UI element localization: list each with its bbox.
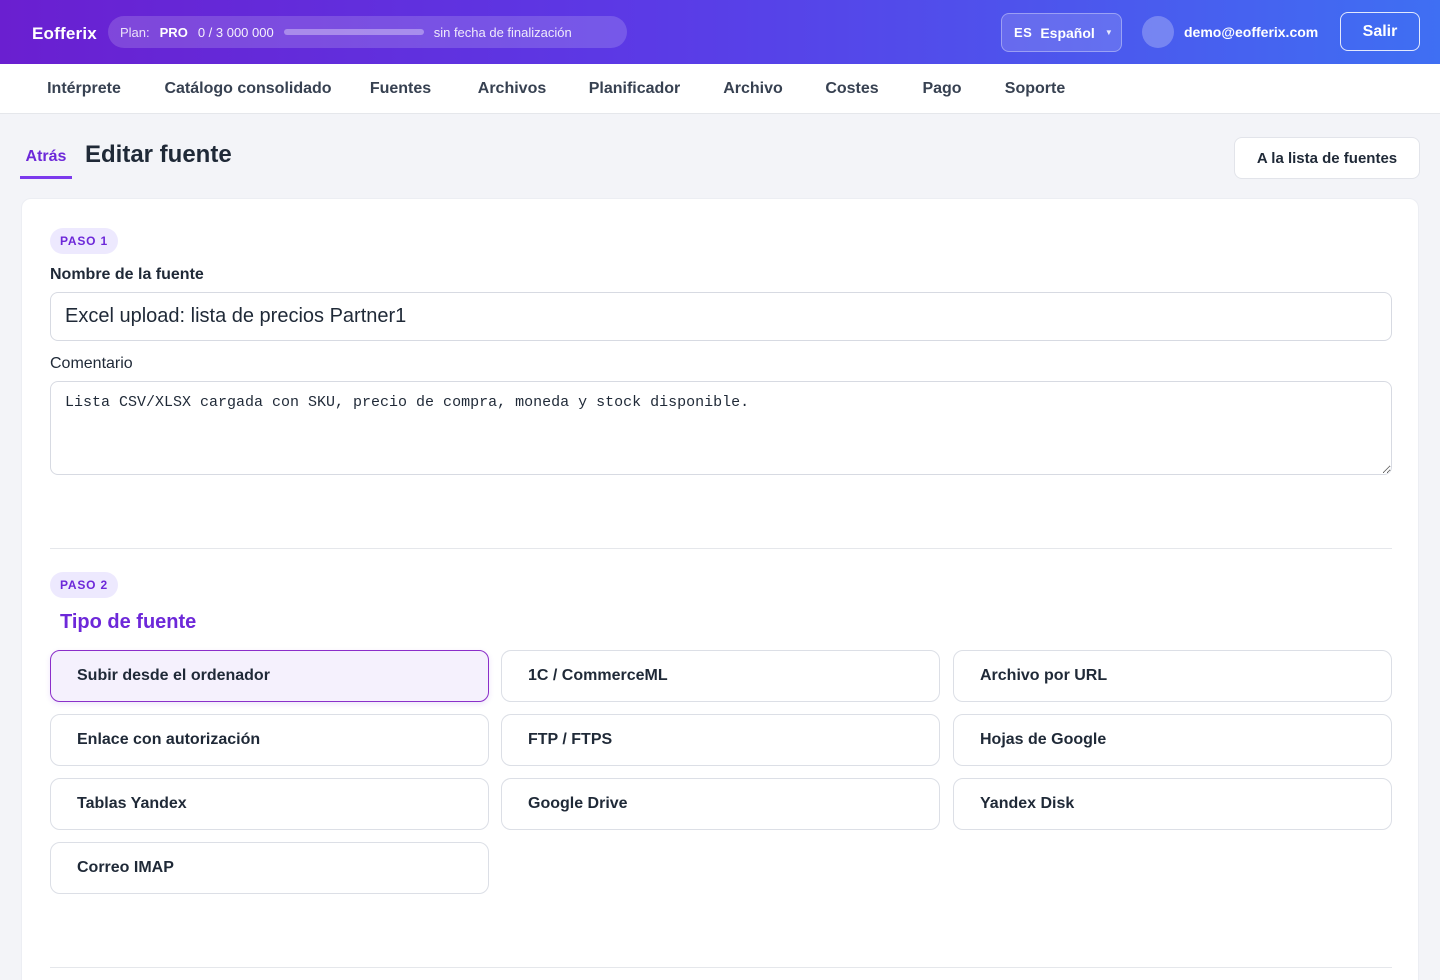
plan-usage-progress-bar [283, 29, 424, 35]
section-divider [50, 548, 1392, 549]
source-type-option-yandex-tables[interactable]: Tablas Yandex [50, 778, 489, 830]
nav-item-archivos[interactable]: Archivos [459, 64, 565, 113]
logout-button[interactable]: Salir [1340, 12, 1420, 51]
step-1-badge: PASO 1 [50, 228, 118, 254]
source-type-option-ftp-ftps[interactable]: FTP / FTPS [501, 714, 940, 766]
language-name: Español [1040, 24, 1095, 41]
nav-item-planificador[interactable]: Planificador [572, 64, 697, 113]
plan-name: PRO [159, 24, 188, 40]
source-type-option-authorized-link[interactable]: Enlace con autorización [50, 714, 489, 766]
source-name-input[interactable] [50, 292, 1392, 341]
step-2-badge: PASO 2 [50, 572, 118, 598]
comment-label: Comentario [50, 355, 133, 372]
main-nav: Intérprete Catálogo consolidado Fuentes … [0, 64, 1440, 114]
user-email[interactable]: demo@eofferix.com [1184, 24, 1318, 40]
nav-item-interprete[interactable]: Intérprete [26, 64, 142, 113]
source-type-option-imap-mail[interactable]: Correo IMAP [50, 842, 489, 894]
section-divider [50, 967, 1392, 968]
comment-textarea[interactable]: Lista CSV/XLSX cargada con SKU, precio d… [50, 381, 1392, 475]
source-type-option-upload-computer[interactable]: Subir desde el ordenador [50, 650, 489, 702]
nav-item-catalogo-consolidado[interactable]: Catálogo consolidado [146, 64, 350, 113]
language-code: ES [1014, 25, 1033, 40]
source-type-option-google-sheets[interactable]: Hojas de Google [953, 714, 1392, 766]
plan-label: Plan: [120, 24, 150, 40]
nav-item-fuentes[interactable]: Fuentes [348, 64, 453, 113]
to-source-list-button[interactable]: A la lista de fuentes [1234, 137, 1420, 179]
plan-expiry: sin fecha de finalización [433, 24, 572, 40]
source-type-option-yandex-disk[interactable]: Yandex Disk [953, 778, 1392, 830]
page-title: Editar fuente [85, 141, 232, 168]
source-type-option-file-by-url[interactable]: Archivo por URL [953, 650, 1392, 702]
chevron-down-icon: ▼ [1104, 28, 1113, 37]
source-type-option-1c-commerceml[interactable]: 1C / CommerceML [501, 650, 940, 702]
nav-item-soporte[interactable]: Soporte [987, 64, 1083, 113]
source-type-option-google-drive[interactable]: Google Drive [501, 778, 940, 830]
plan-usage-count: 0 / 3 000 000 [197, 24, 274, 40]
plan-usage-pill: Plan: PRO 0 / 3 000 000 sin fecha de fin… [108, 16, 627, 48]
source-name-label: Nombre de la fuente [50, 266, 204, 283]
brand-logo[interactable]: Eofferix [32, 24, 97, 44]
edit-source-form: PASO 1 Nombre de la fuente Comentario Li… [21, 198, 1419, 980]
language-select[interactable]: ES Español ▼ [1001, 13, 1122, 52]
source-type-title: Tipo de fuente [60, 611, 197, 633]
nav-item-pago[interactable]: Pago [904, 64, 980, 113]
avatar[interactable] [1142, 16, 1174, 48]
back-link[interactable]: Atrás [20, 138, 72, 179]
top-bar: Eofferix Plan: PRO 0 / 3 000 000 sin fec… [0, 0, 1440, 64]
nav-item-archivo[interactable]: Archivo [705, 64, 801, 113]
nav-item-costes[interactable]: Costes [808, 64, 896, 113]
